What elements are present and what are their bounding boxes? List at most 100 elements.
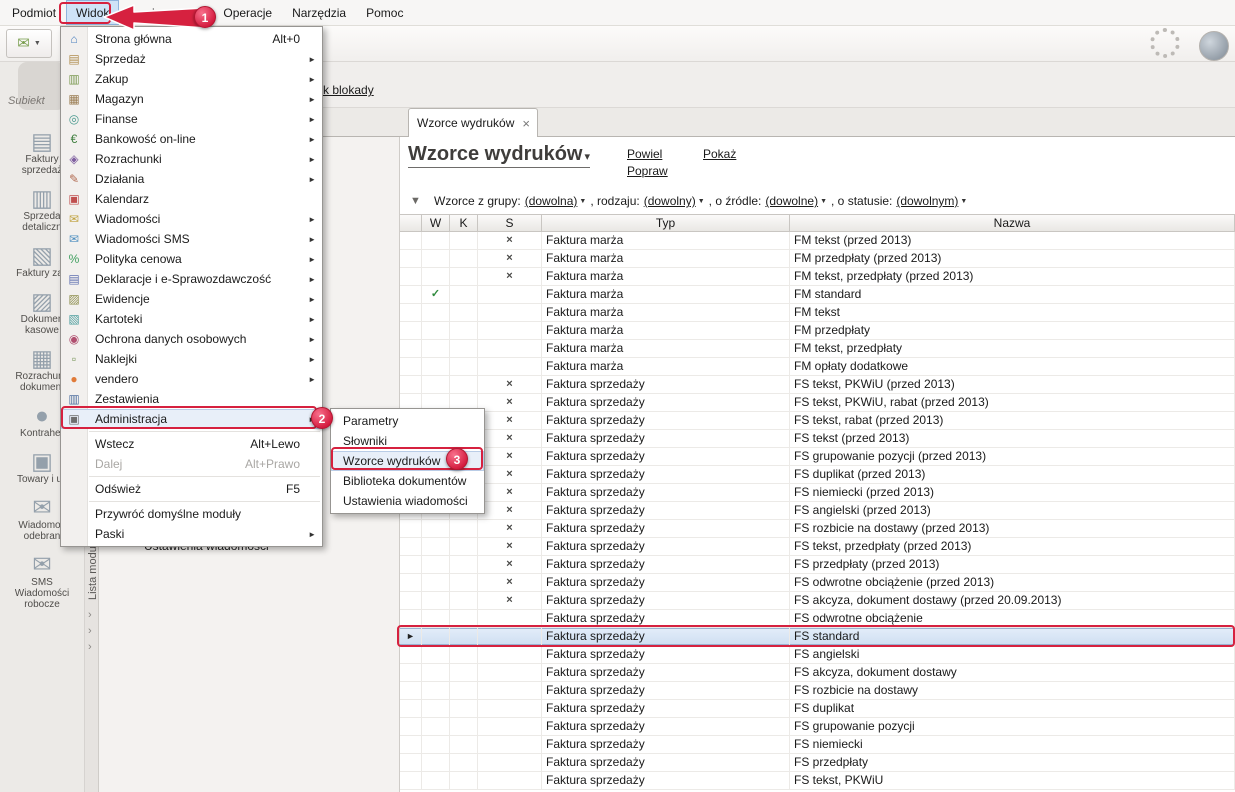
menu-item-polityka-cenowa[interactable]: %Polityka cenowa► [61, 249, 322, 269]
table-row[interactable]: Faktura sprzedażyFS rozbicie na dostawy [400, 682, 1235, 700]
menubar-item-narz-dzia[interactable]: Narzędzia [282, 0, 356, 25]
menu-item-finanse[interactable]: ◎Finanse► [61, 109, 322, 129]
table-row[interactable]: ×Faktura marżaFM przedpłaty (przed 2013) [400, 250, 1235, 268]
menu-item-dzia-ania[interactable]: ✎Działania► [61, 169, 322, 189]
blockades-link[interactable]: k blokady [323, 83, 374, 97]
page-title-dropdown[interactable]: Wzorce wydruków▾ [408, 143, 590, 168]
gear-icon[interactable] [1150, 28, 1180, 58]
table-row[interactable]: ×Faktura sprzedażyFS duplikat (przed 201… [400, 466, 1235, 484]
menu-item-zestawienia[interactable]: ▥Zestawienia [61, 389, 322, 409]
table-row[interactable]: ×Faktura sprzedażyFS tekst (przed 2013) [400, 430, 1235, 448]
account-avatar[interactable] [1199, 31, 1229, 61]
sidebar-item-sms-wiadomo-ci-robocze[interactable]: ✉SMSWiadomościrobocze [0, 551, 84, 610]
menu-item-label: Ochrona danych osobowych [95, 332, 300, 346]
table-row[interactable]: ×Faktura sprzedażyFS niemiecki (przed 20… [400, 484, 1235, 502]
filter-value-rodzaju[interactable]: (dowolny) [644, 194, 696, 208]
menubar-item-partial[interactable]: Wzo [190, 6, 214, 20]
tab-wzorce-wydrukow[interactable]: Wzorce wydruków × [408, 108, 538, 137]
column-header-w[interactable]: W [422, 215, 450, 231]
submenu-item-biblioteka-dokument-w[interactable]: Biblioteka dokumentów [331, 471, 484, 491]
menu-item-przywr-domy-lne-modu-y[interactable]: Przywróć domyślne moduły [61, 504, 322, 524]
menu-item-zakup[interactable]: ▥Zakup► [61, 69, 322, 89]
menu-item-deklaracje-i-e-sprawozdawczo[interactable]: ▤Deklaracje i e-Sprawozdawczość► [61, 269, 322, 289]
table-row[interactable]: Faktura marżaFM opłaty dodatkowe [400, 358, 1235, 376]
menubar-item-podmiot[interactable]: Podmiot [2, 0, 66, 25]
table-row[interactable]: ►Faktura sprzedażyFS standard [400, 628, 1235, 646]
menu-item-vendero[interactable]: ●vendero► [61, 369, 322, 389]
submenu-item-parametry[interactable]: Parametry [331, 411, 484, 431]
table-row[interactable]: Faktura marżaFM tekst, przedpłaty [400, 340, 1235, 358]
menu-item-sprzeda[interactable]: ▤Sprzedaż► [61, 49, 322, 69]
table-row[interactable]: Faktura marżaFM tekst [400, 304, 1235, 322]
table-row[interactable]: Faktura sprzedażyFS akcyza, dokument dos… [400, 664, 1235, 682]
table-row[interactable]: Faktura sprzedażyFS przedpłaty [400, 754, 1235, 772]
menu-item-od-wie[interactable]: OdświeżF5 [61, 479, 322, 499]
menu-item-paski[interactable]: Paski► [61, 524, 322, 544]
menubar-item-operacje[interactable]: Operacje [213, 0, 282, 25]
table-row[interactable]: ×Faktura sprzedażyFS grupowanie pozycji … [400, 448, 1235, 466]
menubar-item-partial[interactable]: j [152, 6, 155, 20]
table-row[interactable]: ×Faktura sprzedażyFS przedpłaty (przed 2… [400, 556, 1235, 574]
filter-icon[interactable]: ▼ [410, 195, 421, 207]
menu-item-naklejki[interactable]: ▫Naklejki► [61, 349, 322, 369]
chevron-down-icon[interactable]: ▼ [820, 198, 827, 205]
table-row[interactable]: Faktura marżaFM przedpłaty [400, 322, 1235, 340]
menubar-item-pomoc[interactable]: Pomoc [356, 0, 413, 25]
table-row[interactable]: ×Faktura sprzedażyFS tekst, PKWiU, rabat… [400, 394, 1235, 412]
filter-value-wzorce-z-grupy[interactable]: (dowolna) [525, 194, 578, 208]
table-row[interactable]: ×Faktura sprzedażyFS tekst, rabat (przed… [400, 412, 1235, 430]
table-row[interactable]: ×Faktura marżaFM tekst (przed 2013) [400, 232, 1235, 250]
submenu-item-s-owniki[interactable]: Słowniki [331, 431, 484, 451]
menu-item-administracja[interactable]: ▣Administracja► [61, 409, 322, 429]
table-body: ×Faktura marżaFM tekst (przed 2013)×Fakt… [400, 232, 1235, 790]
table-row[interactable]: Faktura sprzedażyFS angielski [400, 646, 1235, 664]
table-row[interactable]: ×Faktura sprzedażyFS tekst, przedpłaty (… [400, 538, 1235, 556]
menu-item-bankowo-on-line[interactable]: €Bankowość on-line► [61, 129, 322, 149]
submenu-item-wzorce-wydruk-w[interactable]: Wzorce wydruków [331, 451, 484, 471]
menu-item-kartoteki[interactable]: ▧Kartoteki► [61, 309, 322, 329]
table-row[interactable]: ×Faktura sprzedażyFS odwrotne obciążenie… [400, 574, 1235, 592]
strip-chevron-icon[interactable]: › [88, 626, 92, 637]
menu-item-wstecz[interactable]: WsteczAlt+Lewo [61, 434, 322, 454]
menu-item-wiadomo-ci[interactable]: ✉Wiadomości► [61, 209, 322, 229]
table-row[interactable]: ✓Faktura marżaFM standard [400, 286, 1235, 304]
submenu-arrow-icon: ► [308, 75, 316, 84]
chevron-down-icon[interactable]: ▼ [698, 198, 705, 205]
filter-value-o-r-dle[interactable]: (dowolne) [765, 194, 818, 208]
menu-item-strona-g-wna[interactable]: ⌂Strona głównaAlt+0 [61, 29, 322, 49]
strip-chevron-icon[interactable]: › [88, 610, 92, 621]
table-row[interactable]: Faktura sprzedażyFS odwrotne obciążenie [400, 610, 1235, 628]
table-row[interactable]: Faktura sprzedażyFS grupowanie pozycji [400, 718, 1235, 736]
table-row[interactable]: ×Faktura marżaFM tekst, przedpłaty (prze… [400, 268, 1235, 286]
menu-item-ochrona-danych-osobowych[interactable]: ◉Ochrona danych osobowych► [61, 329, 322, 349]
table-row[interactable]: ×Faktura sprzedażyFS rozbicie na dostawy… [400, 520, 1235, 538]
table-row[interactable]: ×Faktura sprzedażyFS akcyza, dokument do… [400, 592, 1235, 610]
chevron-down-icon[interactable]: ▼ [960, 198, 967, 205]
menubar-item-widok[interactable]: Widok [66, 0, 119, 25]
chevron-down-icon[interactable]: ▼ [579, 198, 586, 205]
table-row[interactable]: Faktura sprzedażyFS niemiecki [400, 736, 1235, 754]
cell-k [450, 322, 478, 339]
duplicate-link[interactable]: Powiel [627, 147, 662, 161]
table-row[interactable]: ×Faktura sprzedażyFS angielski (przed 20… [400, 502, 1235, 520]
mail-button[interactable]: ✉ ▼ [6, 29, 52, 58]
show-link[interactable]: Pokaż [703, 147, 736, 161]
menu-item-kalendarz[interactable]: ▣Kalendarz [61, 189, 322, 209]
column-header-typ[interactable]: Typ [542, 215, 790, 231]
edit-link[interactable]: Popraw [627, 164, 668, 178]
menu-item-ewidencje[interactable]: ▨Ewidencje► [61, 289, 322, 309]
close-icon[interactable]: × [522, 116, 530, 131]
filter-value-o-statusie[interactable]: (dowolnym) [896, 194, 958, 208]
table-row[interactable]: ×Faktura sprzedażyFS tekst, PKWiU (przed… [400, 376, 1235, 394]
pricing-icon: % [66, 251, 82, 267]
menu-item-wiadomo-ci-sms[interactable]: ✉Wiadomości SMS► [61, 229, 322, 249]
strip-chevron-icon[interactable]: › [88, 642, 92, 653]
submenu-item-ustawienia-wiadomo-ci[interactable]: Ustawienia wiadomości [331, 491, 484, 511]
menu-item-magazyn[interactable]: ▦Magazyn► [61, 89, 322, 109]
table-row[interactable]: Faktura sprzedażyFS duplikat [400, 700, 1235, 718]
menu-item-rozrachunki[interactable]: ◈Rozrachunki► [61, 149, 322, 169]
column-header-nazwa[interactable]: Nazwa [790, 215, 1235, 231]
column-header-s[interactable]: S [478, 215, 542, 231]
column-header-k[interactable]: K [450, 215, 478, 231]
table-row[interactable]: Faktura sprzedażyFS tekst, PKWiU [400, 772, 1235, 790]
